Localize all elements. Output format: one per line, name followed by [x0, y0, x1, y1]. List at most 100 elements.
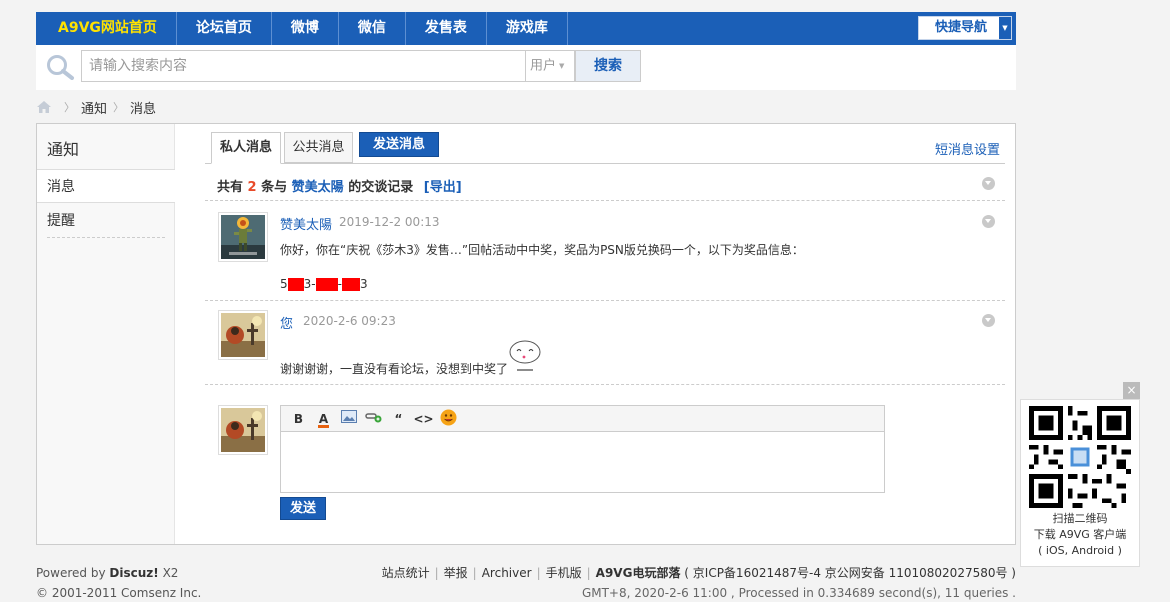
- tab-public-messages[interactable]: 公共消息: [284, 132, 353, 163]
- quick-nav-button[interactable]: 快捷导航 ▼: [918, 16, 1012, 40]
- font-color-label: A: [318, 411, 329, 426]
- conversation-summary: 共有 2 条与 赞美太陽 的交谈记录 [导出]: [217, 176, 462, 195]
- font-color-swatch: [318, 424, 329, 428]
- breadcrumb-separator: 〉: [64, 101, 75, 114]
- sidebar-item-reminders[interactable]: 提醒: [37, 204, 175, 238]
- link-icon[interactable]: [361, 409, 386, 429]
- breadcrumb-messages[interactable]: 消息: [130, 98, 156, 117]
- footer-link-stats[interactable]: 站点统计: [382, 566, 430, 580]
- sidebar-title: 通知: [47, 140, 80, 159]
- pm-settings-link[interactable]: 短消息设置: [935, 139, 1000, 158]
- footer-links: 站点统计 | 举报 | Archiver | 手机版 | A9VG电玩部落 ( 京ICP备160…: [382, 563, 1016, 583]
- search-type-select[interactable]: 用户 ▼: [525, 50, 575, 82]
- qr-caption-download: 下载 A9VG 客户端: [1033, 528, 1127, 541]
- reply-textarea[interactable]: [281, 432, 884, 492]
- powered-by-label: Powered by: [36, 566, 106, 580]
- discuz-link[interactable]: Discuz!: [109, 566, 158, 580]
- nav-item-weibo[interactable]: 微博: [272, 12, 339, 45]
- footer-separator: |: [536, 566, 541, 580]
- export-link[interactable]: [导出]: [424, 180, 462, 195]
- footer-right: 站点统计 | 举报 | Archiver | 手机版 | A9VG电玩部落 ( 京ICP备160…: [382, 563, 1016, 602]
- font-color-icon[interactable]: A: [311, 409, 336, 429]
- summary-user-link[interactable]: 赞美太陽: [292, 180, 344, 195]
- search-bar: 请输入搜索内容 用户 ▼ 搜索: [36, 45, 1016, 90]
- collapse-icon[interactable]: [982, 177, 995, 190]
- message-item: 赞美太陽 2019-12-2 00:13 你好，你在“庆祝《莎木3》发售…”回帖…: [205, 200, 1005, 300]
- breadcrumb: 〉 通知 〉 消息: [36, 98, 156, 117]
- code-icon[interactable]: <>: [411, 409, 436, 429]
- message-author[interactable]: 赞美太陽: [280, 214, 332, 233]
- avatar-image: [221, 215, 265, 259]
- qr-code-icon: [1029, 406, 1131, 508]
- divider: [47, 237, 165, 238]
- tabs-divider: [205, 163, 1005, 164]
- footer-link-archiver[interactable]: Archiver: [482, 566, 532, 580]
- code-part: 3-: [303, 277, 316, 291]
- footer-separator: |: [434, 566, 439, 580]
- image-icon[interactable]: [336, 409, 361, 429]
- divider: [205, 384, 1005, 385]
- quote-icon[interactable]: “: [386, 409, 411, 429]
- bold-icon[interactable]: B: [286, 409, 311, 429]
- collapse-icon[interactable]: [982, 215, 995, 228]
- message-text-content: 谢谢谢谢，一直没有看论坛，没想到中奖了: [280, 362, 509, 376]
- tab-private-messages[interactable]: 私人消息: [211, 132, 281, 164]
- footer-link-mobile[interactable]: 手机版: [546, 566, 582, 580]
- powered-by: Powered by Discuz! X2: [36, 563, 201, 583]
- link-glyph: [364, 412, 381, 422]
- footer-site-name[interactable]: A9VG电玩部落: [596, 566, 681, 580]
- sidebar-item-messages[interactable]: 消息: [37, 169, 175, 203]
- avatar-image: [221, 408, 265, 452]
- copyright: © 2001-2011 Comsenz Inc.: [36, 586, 202, 600]
- summary-prefix: 共有: [217, 180, 244, 195]
- send-message-button[interactable]: 发送消息: [359, 132, 439, 157]
- emoji-icon[interactable]: [436, 409, 461, 429]
- message-time: 2019-12-2 00:13: [339, 215, 440, 229]
- sidebar-item-label: 提醒: [47, 213, 75, 229]
- avatar[interactable]: [218, 405, 268, 455]
- footer-link-report[interactable]: 举报: [444, 566, 468, 580]
- footer-icp[interactable]: ( 京ICP备16021487号-4 京公网安备 11010802027580号…: [684, 566, 1016, 580]
- nav-item-game-library[interactable]: 游戏库: [487, 12, 568, 45]
- breadcrumb-notify[interactable]: 通知: [81, 98, 107, 117]
- avatar[interactable]: [218, 310, 268, 360]
- redaction-mark: [341, 278, 360, 291]
- summary-suffix: 的交谈记录: [348, 180, 414, 195]
- chevron-down-icon: ▼: [999, 17, 1011, 39]
- avatar[interactable]: [218, 212, 268, 262]
- search-button[interactable]: 搜索: [575, 50, 641, 82]
- avatar-image: [221, 313, 265, 357]
- nav-item-wechat[interactable]: 微信: [339, 12, 406, 45]
- code-part: 3: [359, 277, 368, 291]
- editor-toolbar: B A “ <>: [281, 406, 884, 432]
- quick-nav-label: 快捷导航: [935, 20, 988, 35]
- nav-item-release-list[interactable]: 发售表: [406, 12, 487, 45]
- prize-code: 5 3- -3: [280, 277, 368, 291]
- message-item: 您 2020-2-6 09:23 谢谢谢谢，一直没有看论坛，没想到中奖了: [205, 300, 1005, 384]
- summary-mid: 条与: [261, 180, 288, 195]
- nav-item-a9vg-home[interactable]: A9VG网站首页: [36, 12, 177, 45]
- nav-item-forum-home[interactable]: 论坛首页: [177, 12, 272, 45]
- footer-left: Powered by Discuz! X2 © 2001-2011 Comsen…: [36, 563, 201, 602]
- redaction-mark: [287, 278, 304, 291]
- sidebar: 通知 消息 提醒: [37, 124, 175, 544]
- search-icon: [47, 55, 74, 80]
- send-button[interactable]: 发送: [280, 497, 326, 520]
- home-icon[interactable]: [36, 100, 52, 114]
- code-part: 5: [280, 277, 288, 291]
- close-icon[interactable]: ×: [1123, 382, 1140, 399]
- footer-stats: GMT+8, 2020-2-6 11:00 , Processed in 0.3…: [581, 586, 1016, 600]
- emoji-glyph: [440, 409, 457, 425]
- qr-caption-platforms: ( iOS, Android ): [1038, 544, 1122, 557]
- main-panel: 通知 消息 提醒 私人消息 公共消息 发送消息 短消息设置 共有 2 条与 赞美…: [36, 123, 1016, 545]
- breadcrumb-separator: 〉: [113, 101, 125, 114]
- image-glyph: [340, 409, 357, 423]
- collapse-icon[interactable]: [982, 314, 995, 327]
- search-input[interactable]: 请输入搜索内容: [81, 50, 525, 82]
- message-author[interactable]: 您: [280, 313, 293, 332]
- message-text: 谢谢谢谢，一直没有看论坛，没想到中奖了: [280, 360, 508, 377]
- redaction-mark: [315, 278, 338, 291]
- top-nav-bar: A9VG网站首页 论坛首页 微博 微信 发售表 游戏库 快捷导航 ▼: [36, 12, 1016, 45]
- message-text: 你好，你在“庆祝《莎木3》发售…”回帖活动中中奖，奖品为PSN版兑换码一个，以下…: [280, 243, 804, 257]
- qr-download-widget: 扫描二维码 下载 A9VG 客户端 ( iOS, Android ): [1020, 399, 1140, 567]
